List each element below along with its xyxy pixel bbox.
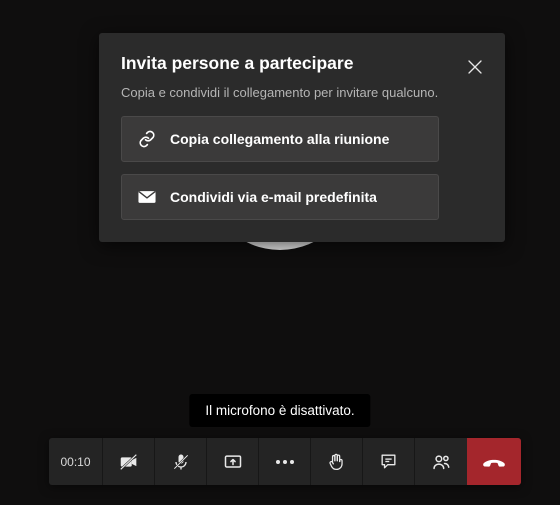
mic-muted-toast: Il microfono è disattivato. [189, 394, 370, 427]
mic-off-icon [171, 452, 191, 472]
invite-title: Invita persone a partecipare [121, 53, 353, 74]
raise-hand-button[interactable] [311, 438, 363, 485]
close-icon [468, 60, 482, 74]
share-email-label: Condividi via e-mail predefinita [170, 189, 377, 205]
invite-dialog: Invita persone a partecipare Copia e con… [99, 33, 505, 242]
share-screen-icon [223, 452, 243, 472]
raise-hand-icon [327, 452, 346, 471]
share-screen-button[interactable] [207, 438, 259, 485]
camera-off-icon [118, 451, 140, 473]
people-icon [431, 451, 452, 472]
close-button[interactable] [463, 55, 487, 79]
copy-meeting-link-label: Copia collegamento alla riunione [170, 131, 389, 147]
call-timer: 00:10 [49, 438, 103, 485]
hang-up-icon [481, 449, 507, 475]
link-icon [138, 130, 156, 148]
toggle-chat-button[interactable] [363, 438, 415, 485]
copy-meeting-link-button[interactable]: Copia collegamento alla riunione [121, 116, 439, 162]
more-actions-button[interactable] [259, 438, 311, 485]
share-email-button[interactable]: Condividi via e-mail predefinita [121, 174, 439, 220]
mail-icon [138, 188, 156, 206]
toggle-camera-button[interactable] [103, 438, 155, 485]
hang-up-button[interactable] [467, 438, 521, 485]
ellipsis-icon [276, 460, 294, 464]
meeting-control-bar: 00:10 [49, 438, 521, 485]
toggle-mic-button[interactable] [155, 438, 207, 485]
invite-subtitle: Copia e condividi il collegamento per in… [121, 85, 483, 100]
show-participants-button[interactable] [415, 438, 467, 485]
chat-icon [379, 452, 398, 471]
meeting-stage: Invita persone a partecipare Copia e con… [0, 0, 560, 505]
